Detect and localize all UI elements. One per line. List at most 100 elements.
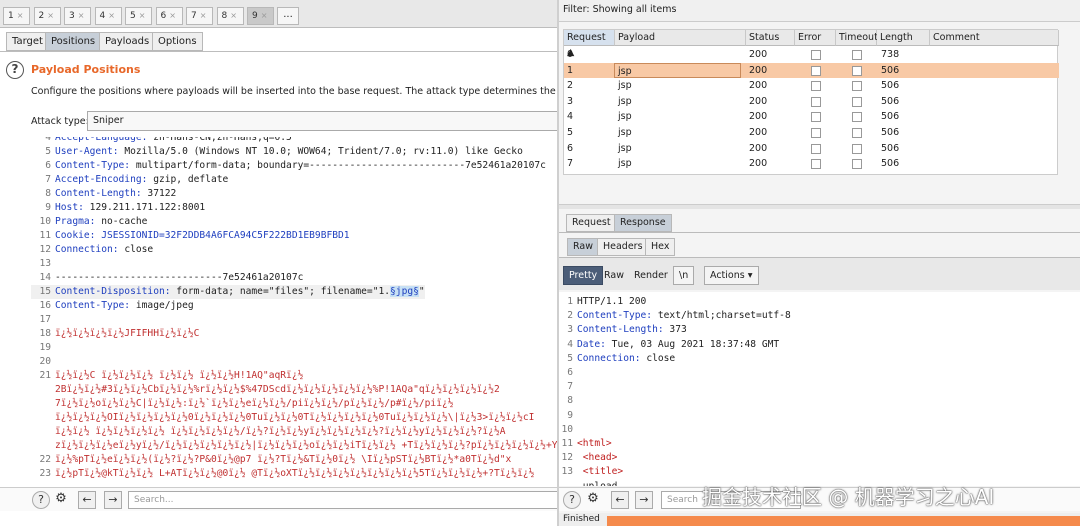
close-icon[interactable]: × bbox=[200, 11, 207, 20]
attack-tab-label: 9 bbox=[252, 11, 258, 21]
request-line: 11 Cookie: JSESSIONID=32F2DDB4A6FCA94C5F2… bbox=[31, 229, 350, 243]
header-name: Pragma: bbox=[55, 216, 96, 227]
request-search-input[interactable]: Search... bbox=[128, 491, 557, 509]
attack-type-select[interactable]: Sniper bbox=[87, 111, 557, 131]
payload-marker[interactable]: §jpg§ bbox=[390, 286, 419, 297]
table-row[interactable]: 5 jsp 200 506 bbox=[564, 125, 1059, 141]
table-row[interactable]: 1 jsp 200 506 bbox=[564, 62, 1059, 79]
tab-raw[interactable]: Raw bbox=[567, 238, 599, 256]
attack-tab-6[interactable]: 6 × bbox=[155, 7, 183, 25]
tab-target[interactable]: Target bbox=[6, 32, 49, 51]
column-header[interactable]: Comment bbox=[930, 30, 1059, 46]
header-name: User-Agent: bbox=[55, 146, 119, 157]
previous-match-button[interactable]: ← bbox=[611, 491, 629, 509]
table-row[interactable]: 6 jsp 200 506 bbox=[564, 141, 1059, 157]
actions-dropdown[interactable]: Actions ▾ bbox=[704, 266, 759, 285]
tab-hex[interactable]: Hex bbox=[645, 238, 676, 256]
response-line: 2 Content-Type: text/html;charset=utf-8 bbox=[559, 309, 791, 323]
attack-tab-5[interactable]: 5 × bbox=[125, 7, 152, 25]
attack-tab-label: 6 bbox=[160, 11, 167, 21]
tab-payloads[interactable]: Payloads bbox=[99, 32, 156, 51]
line-text: no-cache bbox=[95, 216, 148, 227]
attack-tab-9[interactable]: 9 × bbox=[247, 7, 274, 25]
request-line: 13 bbox=[31, 257, 55, 271]
line-text: 373 bbox=[663, 324, 687, 336]
newline-toggle-button[interactable]: \n bbox=[673, 266, 695, 285]
cell-length: 506 bbox=[881, 80, 900, 92]
column-header[interactable]: Error bbox=[795, 30, 836, 46]
line-text: 2Bï¿½ï¿½#3ï¿½ï¿½Cbï¿½ï¿½%rï¿½ï¿½$%47DScd… bbox=[55, 384, 500, 395]
close-icon[interactable]: × bbox=[17, 11, 24, 20]
line-number: 22 bbox=[39, 454, 51, 465]
close-icon[interactable]: × bbox=[108, 11, 115, 20]
raw-button[interactable]: Raw bbox=[598, 266, 630, 285]
line-number: 21 bbox=[39, 370, 51, 381]
help-icon[interactable]: ? bbox=[32, 491, 50, 509]
table-row[interactable]: 7 jsp 200 506 bbox=[564, 156, 1059, 172]
line-number: 8 bbox=[567, 395, 573, 407]
attack-tab-2[interactable]: 2 × bbox=[33, 7, 61, 25]
tab-response[interactable]: Response bbox=[614, 214, 672, 232]
line-number: 12 bbox=[39, 244, 51, 255]
response-line: 5 Connection: close bbox=[559, 352, 675, 366]
help-icon[interactable]: ? bbox=[6, 61, 24, 79]
next-match-button[interactable]: → bbox=[635, 491, 653, 509]
close-icon[interactable]: × bbox=[261, 11, 268, 20]
pane-splitter[interactable] bbox=[559, 204, 1080, 209]
previous-match-button[interactable]: ← bbox=[78, 491, 96, 509]
settings-gear-icon[interactable]: ⚙ bbox=[584, 491, 602, 509]
timeout-checkbox bbox=[852, 112, 862, 123]
request-editor-toolbar: ? ⚙ ← → Search... bbox=[0, 487, 557, 511]
column-header[interactable]: Timeout bbox=[836, 30, 878, 46]
response-editor[interactable]: 1 HTTP/1.1 200 2 Content-Type: text/html;ch… bbox=[559, 292, 1080, 486]
table-row[interactable]: 0 200 738 bbox=[564, 47, 1059, 63]
attack-tab-1[interactable]: 1 × bbox=[3, 7, 30, 25]
close-icon[interactable]: × bbox=[47, 11, 54, 20]
line-text: image/jpeg bbox=[130, 300, 194, 311]
results-filter-bar[interactable]: Filter: Showing all items bbox=[559, 0, 1080, 22]
settings-gear-icon[interactable]: ⚙ bbox=[52, 491, 70, 509]
render-button[interactable]: Render bbox=[628, 266, 674, 285]
cell-length: 506 bbox=[881, 142, 900, 154]
line-text: JSESSIONID=32F2DDB4A6FCA94C5F222BD1EB9BF… bbox=[95, 230, 350, 241]
response-line: 4 Date: Tue, 03 Aug 2021 18:37:48 GMT bbox=[559, 338, 779, 352]
close-icon[interactable]: × bbox=[230, 11, 237, 20]
response-line: 3 Content-Length: 373 bbox=[559, 323, 687, 337]
close-icon[interactable]: × bbox=[139, 11, 146, 20]
tab-positions[interactable]: Positions bbox=[45, 32, 102, 51]
line-text: ï¿½pTï¿½@kTï¿½ï¿½ L+ATï¿½ï¿½@0ï¿½ @Tï¿½o… bbox=[55, 468, 535, 479]
line-text: gzip, deflate bbox=[147, 174, 229, 185]
next-match-button[interactable]: → bbox=[104, 491, 122, 509]
line-number: 17 bbox=[39, 314, 51, 325]
tab-request[interactable]: Request bbox=[566, 214, 617, 232]
line-number: 18 bbox=[39, 328, 51, 339]
attack-tab-4[interactable]: 4 × bbox=[94, 7, 122, 25]
attack-tab-8[interactable]: 8 × bbox=[216, 7, 244, 25]
line-number: 11 bbox=[39, 230, 51, 241]
status-text: Finished bbox=[563, 514, 600, 524]
more-tabs-button[interactable]: ... bbox=[277, 7, 299, 25]
error-checkbox bbox=[811, 50, 821, 60]
table-row[interactable]: 4 jsp 200 506 bbox=[564, 109, 1059, 125]
header-name: Accept-Encoding: bbox=[55, 174, 148, 185]
cell-request: 7 bbox=[567, 158, 574, 170]
column-header[interactable]: Request ▲ bbox=[564, 30, 615, 58]
column-header[interactable]: Payload bbox=[615, 30, 746, 46]
attack-tab-7[interactable]: 7 × bbox=[186, 7, 213, 25]
column-header[interactable]: Status bbox=[746, 30, 795, 46]
column-header[interactable]: Length bbox=[877, 30, 930, 46]
tab-options[interactable]: Options bbox=[152, 32, 203, 51]
table-row[interactable]: 3 jsp 200 506 bbox=[564, 94, 1059, 110]
close-icon[interactable]: × bbox=[169, 11, 176, 20]
line-number: 4 bbox=[45, 137, 51, 143]
attack-results-pane: Filter: Showing all items Request ▲ Paylo… bbox=[557, 0, 1080, 526]
request-editor[interactable]: 4 Accept-Language: zh-Hans-CN,zh-Hans;q=0… bbox=[31, 137, 557, 485]
request-line: 14 -----------------------------7e52461a2… bbox=[31, 271, 303, 285]
help-icon[interactable]: ? bbox=[563, 491, 581, 509]
cell-payload: jsp bbox=[618, 95, 632, 107]
response-line: 11 <html> bbox=[559, 437, 611, 451]
close-icon[interactable]: × bbox=[78, 11, 85, 20]
table-row[interactable]: 2 jsp 200 506 bbox=[564, 78, 1059, 94]
attack-tab-3[interactable]: 3 × bbox=[64, 7, 91, 25]
tab-headers[interactable]: Headers bbox=[597, 238, 649, 256]
